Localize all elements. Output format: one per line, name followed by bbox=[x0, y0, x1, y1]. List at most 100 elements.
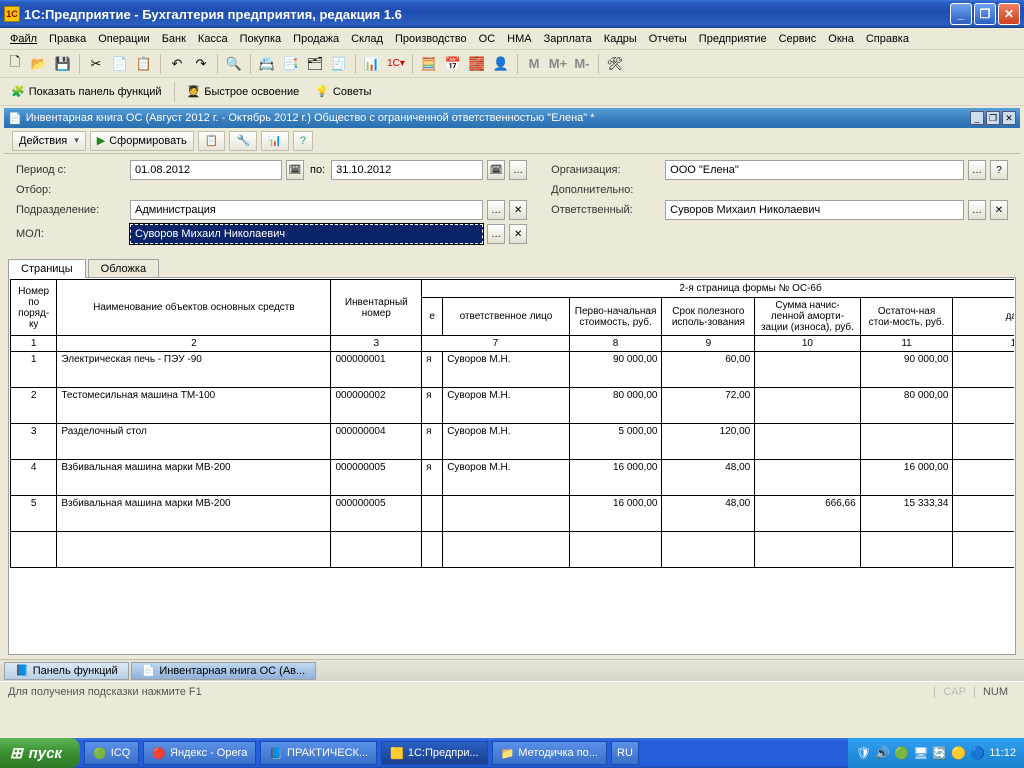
action-tool-c[interactable]: 📊 bbox=[261, 131, 289, 151]
form-button[interactable]: ▶Сформировать bbox=[90, 131, 194, 151]
mditab-report[interactable]: 📄Инвентарная книга ОС (Ав... bbox=[131, 662, 317, 680]
mdi-close-button[interactable]: ✕ bbox=[1002, 111, 1016, 125]
task-1c[interactable]: 🟨 1С:Предпри... bbox=[381, 741, 488, 765]
menu-nma[interactable]: НМА bbox=[501, 31, 537, 47]
org-input[interactable] bbox=[665, 160, 964, 180]
undo-icon[interactable]: ↶ bbox=[166, 53, 188, 75]
tool-h-icon[interactable]: 🧱 bbox=[466, 53, 488, 75]
mol-lookup-button[interactable]: … bbox=[487, 224, 505, 244]
action-tool-b[interactable]: 🔧 bbox=[229, 131, 257, 151]
window-minimize-button[interactable]: _ bbox=[950, 3, 972, 25]
menu-cash[interactable]: Касса bbox=[192, 31, 234, 47]
settings-icon[interactable]: 🛠 bbox=[604, 53, 626, 75]
dept-lookup-button[interactable]: … bbox=[487, 200, 505, 220]
mditab-panel[interactable]: 📘Панель функций bbox=[4, 662, 129, 680]
menu-help[interactable]: Справка bbox=[860, 31, 915, 47]
filter-header[interactable]: Отбор: bbox=[16, 184, 126, 196]
window-close-button[interactable]: ✕ bbox=[998, 3, 1020, 25]
menu-file[interactable]: Файл bbox=[4, 31, 43, 47]
tray-icon[interactable]: 🔄 bbox=[932, 746, 947, 760]
tray-icon[interactable]: 🟢 bbox=[894, 746, 909, 760]
tab-cover[interactable]: Обложка bbox=[88, 259, 159, 278]
mol-input[interactable] bbox=[130, 224, 483, 244]
org-help-button[interactable]: ? bbox=[990, 160, 1008, 180]
action-help-button[interactable]: ? bbox=[293, 131, 313, 151]
system-tray[interactable]: 🛡 🔊 🟢 🖥 🔄 🟡 🔵 11:12 bbox=[848, 738, 1024, 768]
table-row[interactable]: 4Взбивальная машина марки МВ-20000000000… bbox=[11, 460, 1015, 496]
tool-b-icon[interactable]: 📑 bbox=[280, 53, 302, 75]
dept-clear-button[interactable]: ✕ bbox=[509, 200, 527, 220]
menu-salary[interactable]: Зарплата bbox=[538, 31, 598, 47]
menu-service[interactable]: Сервис bbox=[773, 31, 823, 47]
new-icon[interactable]: 🗋 bbox=[4, 53, 26, 75]
menu-os[interactable]: ОС bbox=[473, 31, 502, 47]
resp-clear-button[interactable]: ✕ bbox=[990, 200, 1008, 220]
tool-e-icon[interactable]: 📊 bbox=[361, 53, 383, 75]
menu-staff[interactable]: Кадры bbox=[598, 31, 643, 47]
task-folder[interactable]: 📁 Методичка по... bbox=[492, 741, 607, 765]
save-icon[interactable]: 💾 bbox=[52, 53, 74, 75]
mol-clear-button[interactable]: ✕ bbox=[509, 224, 527, 244]
tray-icon[interactable]: 🔊 bbox=[875, 746, 890, 760]
menu-reports[interactable]: Отчеты bbox=[643, 31, 693, 47]
tips-button[interactable]: 💡Советы bbox=[308, 81, 378, 103]
paste-icon[interactable]: 📋 bbox=[133, 53, 155, 75]
tool-a-icon[interactable]: 📇 bbox=[256, 53, 278, 75]
action-tool-a[interactable]: 📋 bbox=[198, 131, 226, 151]
cut-icon[interactable]: ✂ bbox=[85, 53, 107, 75]
m-icon[interactable]: M bbox=[523, 53, 545, 75]
extra-header[interactable]: Дополнительно: bbox=[551, 184, 661, 196]
tool-g-icon[interactable]: 🧮 bbox=[418, 53, 440, 75]
dept-input[interactable] bbox=[130, 200, 483, 220]
table-row[interactable]: 3Разделочный стол000000004яСуворов М.Н.5… bbox=[11, 424, 1015, 460]
actions-menu-button[interactable]: Действия bbox=[12, 131, 86, 151]
quick-learn-button[interactable]: 🧑‍🎓Быстрое освоение bbox=[180, 81, 307, 103]
tray-icon[interactable]: 🖥 bbox=[913, 746, 928, 760]
menu-windows[interactable]: Окна bbox=[822, 31, 860, 47]
start-button[interactable]: ⊞пуск bbox=[0, 738, 80, 768]
find-icon[interactable]: 🔍 bbox=[223, 53, 245, 75]
task-icq[interactable]: 🟢 ICQ bbox=[84, 741, 139, 765]
menu-edit[interactable]: Правка bbox=[43, 31, 92, 47]
tray-clock[interactable]: 11:12 bbox=[989, 747, 1016, 759]
tool-d-icon[interactable]: 🧾 bbox=[328, 53, 350, 75]
resp-lookup-button[interactable]: … bbox=[968, 200, 986, 220]
menu-stock[interactable]: Склад bbox=[345, 31, 389, 47]
menu-ops[interactable]: Операции bbox=[92, 31, 155, 47]
mdi-minimize-button[interactable]: _ bbox=[970, 111, 984, 125]
copy-icon[interactable]: 📄 bbox=[109, 53, 131, 75]
date-to-picker[interactable]: 🗓 bbox=[487, 160, 505, 180]
tray-icon[interactable]: 🔵 bbox=[970, 746, 985, 760]
table-row[interactable]: 5Взбивальная машина марки МВ-20000000000… bbox=[11, 496, 1015, 532]
task-word[interactable]: 📘 ПРАКТИЧЕСК... bbox=[260, 741, 377, 765]
date-from-input[interactable] bbox=[130, 160, 282, 180]
menu-sell[interactable]: Продажа bbox=[287, 31, 345, 47]
grid-scroll[interactable]: Номер по поряд-ку Наименование объектов … bbox=[10, 279, 1014, 653]
m-minus-icon[interactable]: M- bbox=[571, 53, 593, 75]
window-maximize-button[interactable]: ❐ bbox=[974, 3, 996, 25]
period-wizard-button[interactable]: … bbox=[509, 160, 527, 180]
m-plus-icon[interactable]: M+ bbox=[547, 53, 569, 75]
task-opera[interactable]: 🔴 Яндекс - Opera bbox=[143, 741, 256, 765]
table-row[interactable]: 1Электрическая печь - ПЭУ -90000000001яС… bbox=[11, 352, 1015, 388]
open-icon[interactable]: 📂 bbox=[28, 53, 50, 75]
tab-pages[interactable]: Страницы bbox=[8, 259, 86, 278]
date-from-picker[interactable]: 🗓 bbox=[286, 160, 304, 180]
menu-bank[interactable]: Банк bbox=[156, 31, 192, 47]
user-icon[interactable]: 👤 bbox=[490, 53, 512, 75]
resp-input[interactable] bbox=[665, 200, 964, 220]
tray-icon[interactable]: 🟡 bbox=[951, 746, 966, 760]
tool-c-icon[interactable]: 🗂 bbox=[304, 53, 326, 75]
table-row[interactable]: 2Тестомесильная машина ТМ-100000000002яС… bbox=[11, 388, 1015, 424]
tool-f-icon[interactable]: 1C▾ bbox=[385, 53, 407, 75]
menu-buy[interactable]: Покупка bbox=[234, 31, 288, 47]
org-lookup-button[interactable]: … bbox=[968, 160, 986, 180]
mdi-restore-button[interactable]: ❐ bbox=[986, 111, 1000, 125]
show-panel-button[interactable]: 🧩Показать панель функций bbox=[4, 81, 169, 103]
calendar-icon[interactable]: 📅 bbox=[442, 53, 464, 75]
tray-icon[interactable]: 🛡 bbox=[856, 746, 871, 760]
task-lang[interactable]: RU bbox=[611, 741, 639, 765]
menu-prod[interactable]: Производство bbox=[389, 31, 473, 47]
menu-ent[interactable]: Предприятие bbox=[693, 31, 773, 47]
date-to-input[interactable] bbox=[331, 160, 483, 180]
